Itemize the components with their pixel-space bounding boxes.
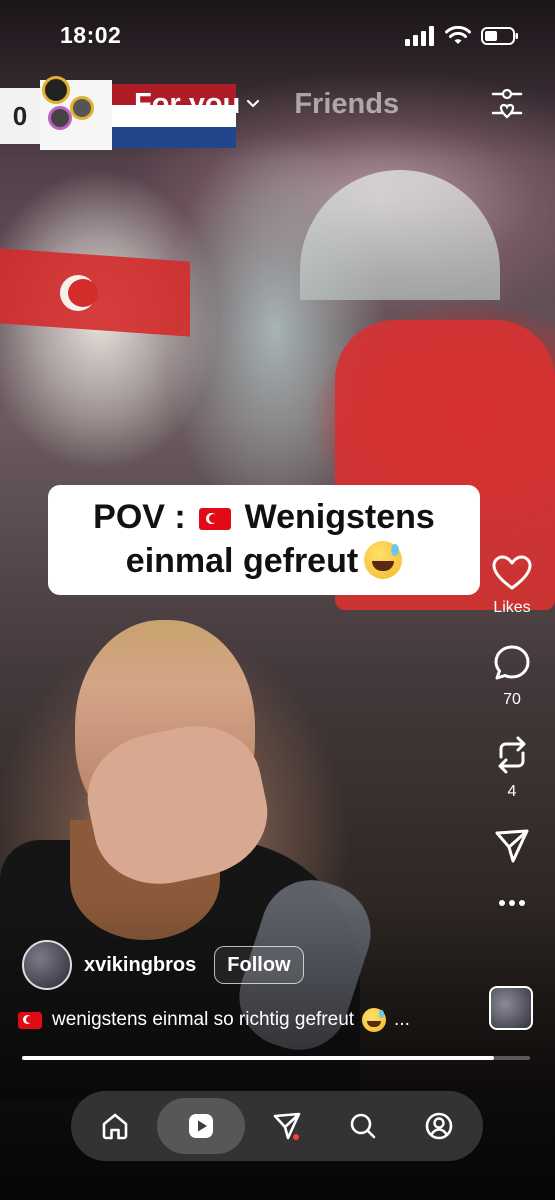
- tab-for-you[interactable]: For you: [134, 88, 260, 121]
- follow-button[interactable]: Follow: [214, 946, 304, 984]
- repost-icon: [498, 736, 526, 774]
- send-icon: [495, 829, 529, 863]
- caption-line-1: POV : Wenigstens: [48, 495, 480, 539]
- crest-icon: [48, 106, 72, 130]
- nav-reels[interactable]: [157, 1098, 245, 1154]
- likes-label: Likes: [493, 599, 531, 616]
- description-more[interactable]: ...: [394, 1009, 410, 1031]
- play-icon: [189, 1114, 213, 1138]
- sweat-smile-emoji-icon: [362, 1008, 387, 1032]
- caption-text: einmal gefreut: [125, 542, 359, 580]
- video-progress-bar[interactable]: [22, 1056, 530, 1060]
- status-time: 18:02: [60, 22, 122, 48]
- caption-pov: POV :: [93, 498, 186, 536]
- username[interactable]: xvikingbros: [84, 954, 196, 977]
- sliders-heart-icon: [491, 88, 523, 119]
- home-icon: [102, 1113, 128, 1140]
- caption-line-2: einmal gefreut: [48, 539, 480, 583]
- avatar[interactable]: [22, 940, 72, 990]
- nav-search[interactable]: [329, 1098, 397, 1154]
- tab-friends-label: Friends: [294, 87, 400, 120]
- crest-icon: [70, 96, 94, 120]
- tab-friends[interactable]: Friends: [294, 88, 399, 121]
- like-button[interactable]: Likes: [492, 555, 532, 617]
- more-dots-icon: [499, 900, 525, 906]
- status-bar: 18:02: [0, 0, 555, 72]
- score-value: 0: [0, 88, 40, 144]
- nav-messages[interactable]: [253, 1098, 321, 1154]
- profile-icon: [425, 1112, 453, 1140]
- more-options-button[interactable]: [498, 893, 526, 907]
- crest-icon: [42, 76, 70, 104]
- turkey-flag-icon: [199, 508, 232, 530]
- comment-bubble-icon: [494, 645, 530, 680]
- author-row: xvikingbros Follow: [22, 940, 304, 990]
- nav-profile[interactable]: [405, 1098, 473, 1154]
- notification-dot: [293, 1134, 299, 1140]
- bottom-nav: [71, 1091, 483, 1161]
- reel-screen: 18:02 0 For you Friends POV: Wenigstens…: [0, 0, 555, 1200]
- chevron-down-icon: [247, 99, 260, 108]
- cellular-signal-icon: [405, 26, 434, 46]
- heart-icon: [492, 555, 532, 590]
- comment-button[interactable]: 70: [492, 643, 532, 709]
- feed-filter-button[interactable]: [489, 86, 525, 122]
- video-caption: POV : Wenigstens einmal gefreut: [48, 485, 480, 595]
- description-text: wenigstens einmal so richtig gefreut: [52, 1009, 355, 1030]
- wifi-icon: [445, 26, 471, 44]
- nav-home[interactable]: [81, 1098, 149, 1154]
- search-icon: [350, 1113, 376, 1139]
- caption-word: Wenigstens: [244, 498, 435, 536]
- tab-for-you-label: For you: [134, 87, 241, 120]
- audio-thumbnail[interactable]: [489, 986, 533, 1030]
- video-progress-fill: [22, 1056, 495, 1060]
- sweat-smile-emoji-icon: [364, 541, 403, 579]
- comments-count: 70: [503, 691, 521, 708]
- turkey-flag-icon: [18, 1011, 42, 1029]
- reposts-count: 4: [507, 783, 517, 800]
- repost-button[interactable]: 4: [493, 735, 531, 801]
- post-description[interactable]: wenigstens einmal so richtig gefreut ...: [18, 1008, 410, 1032]
- battery-icon: [481, 27, 518, 45]
- action-rail: Likes 70 4: [487, 555, 537, 907]
- feed-tabs: For you Friends: [134, 84, 399, 124]
- status-icons: [405, 26, 519, 46]
- share-button[interactable]: [493, 827, 531, 865]
- video-jersey-crescent: [60, 275, 98, 311]
